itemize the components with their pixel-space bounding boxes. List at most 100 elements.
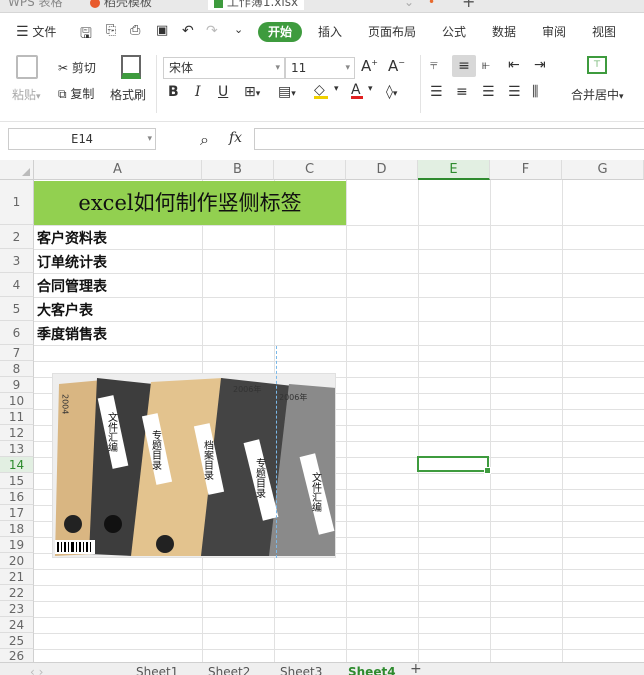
row-header[interactable]: 2 <box>0 225 34 249</box>
name-box[interactable]: E14 ▾ <box>8 128 156 150</box>
row-header-selected[interactable]: 14 <box>0 457 34 473</box>
align-right-icon[interactable]: ☰ <box>482 84 495 100</box>
copy-button[interactable]: ⧉ 复制 <box>58 85 94 102</box>
row-header[interactable]: 22 <box>0 585 34 601</box>
fill-color-icon[interactable]: ◇ <box>314 82 328 99</box>
cell-a2[interactable]: 客户资料表 <box>37 228 107 248</box>
cell-style-icon[interactable]: ▤▾ <box>278 84 296 100</box>
align-bottom-icon[interactable]: ⫦ <box>482 57 490 73</box>
row-header[interactable]: 17 <box>0 505 34 521</box>
spreadsheet-grid[interactable]: A B C D E F G 1 2 3 4 5 6 7 8 9 10 11 12… <box>0 160 644 664</box>
formula-input[interactable] <box>254 128 644 150</box>
fx-icon[interactable]: fx <box>229 130 242 146</box>
save-icon[interactable]: 🖫 <box>80 23 92 47</box>
window-tab-workbook[interactable]: 工作簿1.xlsx <box>208 0 305 10</box>
new-tab-icon[interactable]: + <box>462 0 475 10</box>
cell-a4[interactable]: 合同管理表 <box>37 276 107 296</box>
borders-icon[interactable]: ⊞▾ <box>244 84 260 100</box>
clear-format-icon[interactable]: ◊▾ <box>386 84 397 100</box>
column-header-b[interactable]: B <box>202 160 274 180</box>
align-center-icon[interactable]: ≡ <box>456 84 468 100</box>
align-left-icon[interactable]: ☰ <box>430 84 443 100</box>
font-size-select[interactable]: 11 ▾ <box>285 57 355 79</box>
column-header-a[interactable]: A <box>34 160 202 180</box>
italic-icon[interactable]: I <box>195 84 201 100</box>
undo-icon[interactable]: ↶ <box>182 23 194 39</box>
underline-icon[interactable]: U <box>218 84 228 100</box>
row-header[interactable]: 20 <box>0 553 34 569</box>
zoom-lookup-icon[interactable]: ⌕ <box>200 130 209 150</box>
binders-picture[interactable]: 文件汇编 专题目录 档案目录 专题目录 文件汇编 2004 2006年 2006… <box>52 373 336 558</box>
tab-formulas[interactable]: 公式 <box>442 23 466 40</box>
tab-home[interactable]: 开始 <box>258 22 302 42</box>
cell-a6[interactable]: 季度销售表 <box>37 324 107 344</box>
decrease-indent-icon[interactable]: ⇤ <box>508 57 520 73</box>
redo-icon[interactable]: ↷ <box>206 23 218 39</box>
row-header[interactable]: 11 <box>0 409 34 425</box>
font-name-value: 宋体 <box>169 61 194 75</box>
tab-review[interactable]: 审阅 <box>542 23 566 40</box>
row-header[interactable]: 10 <box>0 393 34 409</box>
row-header[interactable]: 8 <box>0 361 34 377</box>
row-header[interactable]: 9 <box>0 377 34 393</box>
row-header[interactable]: 16 <box>0 489 34 505</box>
row-header[interactable]: 23 <box>0 601 34 617</box>
row-header[interactable]: 19 <box>0 537 34 553</box>
align-middle-icon[interactable]: ≡ <box>452 55 476 77</box>
paste-button[interactable] <box>14 55 38 79</box>
cell-a5[interactable]: 大客户表 <box>37 300 93 320</box>
bold-icon[interactable]: B <box>168 84 179 100</box>
column-header-f[interactable]: F <box>490 160 562 180</box>
row-header[interactable]: 15 <box>0 473 34 489</box>
row-header[interactable]: 3 <box>0 249 34 273</box>
justify-icon[interactable]: ☰ <box>508 84 521 100</box>
pin-icon[interactable]: ⌄ <box>404 0 414 10</box>
row-header[interactable]: 7 <box>0 345 34 361</box>
title-cell[interactable]: excel如何制作竖侧标签 <box>34 181 346 225</box>
file-menu[interactable]: ☰ 文件 <box>16 23 56 40</box>
window-tab-templates[interactable]: 稻壳模板 <box>90 0 152 10</box>
row-header[interactable]: 21 <box>0 569 34 585</box>
font-color-icon[interactable]: A <box>351 82 363 99</box>
tab-page-layout[interactable]: 页面布局 <box>368 23 416 40</box>
row-header[interactable]: 12 <box>0 425 34 441</box>
fill-handle[interactable] <box>484 467 491 474</box>
align-top-icon[interactable]: ⫧ <box>430 57 438 73</box>
menu-bar: ☰ 文件 🖫 ⎘ ⎙ ▣ ↶ ↷ ⌄ 开始 插入 页面布局 公式 数据 审阅 视… <box>0 13 644 51</box>
font-color-dropdown-icon[interactable]: ▾ <box>368 84 373 94</box>
row-header[interactable]: 25 <box>0 633 34 649</box>
print-preview-icon[interactable]: ▣ <box>156 23 168 38</box>
increase-font-icon[interactable]: A+ <box>361 57 378 75</box>
cell-a3[interactable]: 订单统计表 <box>37 252 107 272</box>
column-header-c[interactable]: C <box>274 160 346 180</box>
more-chevron-icon[interactable]: ⌄ <box>234 23 243 36</box>
distributed-icon[interactable]: ⫼ <box>532 84 538 100</box>
selected-cell-e14[interactable] <box>417 456 491 474</box>
row-header[interactable]: 4 <box>0 273 34 297</box>
increase-indent-icon[interactable]: ⇥ <box>534 57 546 73</box>
format-painter-button[interactable] <box>117 55 141 79</box>
select-all-corner[interactable] <box>0 160 34 180</box>
tab-insert[interactable]: 插入 <box>318 23 342 40</box>
row-header[interactable]: 5 <box>0 297 34 321</box>
merge-center-button[interactable]: ⊤ <box>587 56 607 74</box>
add-sheet-icon[interactable]: + <box>410 663 422 675</box>
row-header[interactable]: 24 <box>0 617 34 633</box>
column-header-g[interactable]: G <box>562 160 644 180</box>
export-pdf-icon[interactable]: ⎘ <box>106 23 116 38</box>
row-header[interactable]: 18 <box>0 521 34 537</box>
column-header-e[interactable]: E <box>418 160 490 180</box>
window-tab-wps[interactable]: WPS 表格 <box>8 0 63 10</box>
cut-button[interactable]: ✂ 剪切 <box>58 59 96 76</box>
fill-color-dropdown-icon[interactable]: ▾ <box>334 84 339 94</box>
name-box-value: E14 <box>71 132 93 146</box>
print-icon[interactable]: ⎙ <box>130 23 140 38</box>
tab-data[interactable]: 数据 <box>492 23 516 40</box>
tab-view[interactable]: 视图 <box>592 23 616 40</box>
font-name-select[interactable]: 宋体 ▾ <box>163 57 285 79</box>
row-header[interactable]: 1 <box>0 180 34 225</box>
column-header-d[interactable]: D <box>346 160 418 180</box>
decrease-font-icon[interactable]: A− <box>388 57 405 75</box>
row-header[interactable]: 6 <box>0 321 34 345</box>
row-header[interactable]: 13 <box>0 441 34 457</box>
